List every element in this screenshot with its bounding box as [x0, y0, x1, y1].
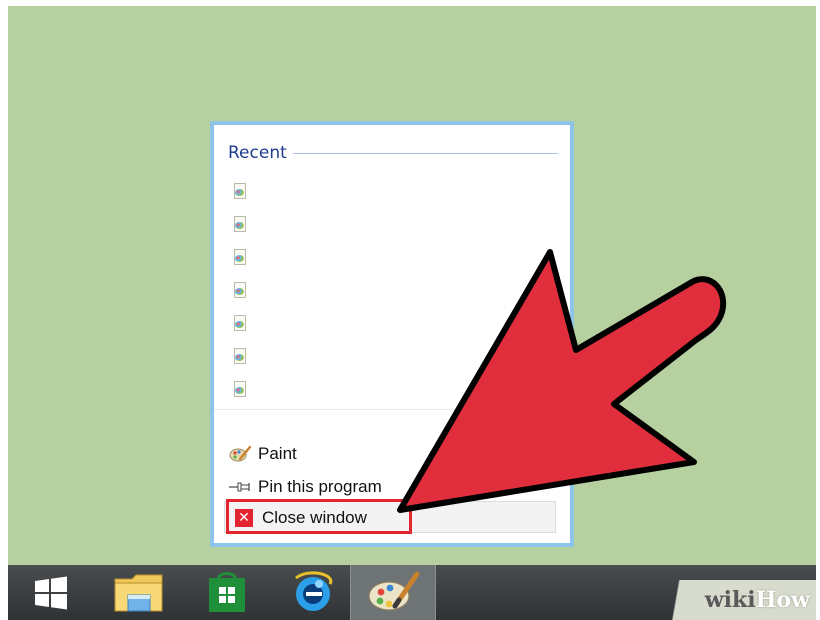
recent-item[interactable]: [232, 175, 532, 208]
section-divider: [292, 152, 558, 154]
file-explorer-button[interactable]: [96, 565, 182, 620]
task-list: Paint Pin this program: [226, 437, 382, 503]
paint-file-icon: [232, 347, 248, 366]
close-window-highlight: [226, 499, 412, 534]
start-button[interactable]: [8, 565, 94, 620]
paint-icon: [226, 445, 254, 463]
recent-section-title: Recent: [228, 143, 287, 163]
paint-taskbar-button[interactable]: [350, 565, 436, 620]
file-explorer-icon: [114, 574, 163, 611]
recent-item[interactable]: [232, 340, 532, 373]
recent-section-header: Recent: [228, 143, 558, 163]
store-icon: [209, 571, 245, 612]
recent-list: [232, 175, 532, 406]
paint-file-icon: [232, 380, 248, 399]
recent-item[interactable]: [232, 274, 532, 307]
paint-file-icon: [232, 314, 248, 333]
paint-file-icon: [232, 215, 248, 234]
paint-file-icon: [232, 281, 248, 300]
paint-icon: [368, 571, 420, 611]
recent-item[interactable]: [232, 208, 532, 241]
taskbar: wikiHow: [8, 565, 816, 620]
open-paint-item[interactable]: Paint: [226, 437, 382, 470]
wikihow-watermark: wikiHow: [666, 580, 816, 620]
recent-item[interactable]: [232, 373, 532, 406]
paint-file-icon: [232, 182, 248, 201]
store-button[interactable]: [184, 565, 270, 620]
pin-icon: [226, 481, 254, 493]
watermark-text: wikiHow: [704, 587, 810, 613]
internet-explorer-button[interactable]: [270, 565, 356, 620]
windows-start-icon: [35, 576, 67, 609]
pin-program-label: Pin this program: [258, 476, 382, 496]
internet-explorer-icon: [295, 570, 333, 611]
jump-list: Recent Paint Pin this program ✕ Close wi…: [210, 121, 574, 547]
recent-item[interactable]: [232, 241, 532, 274]
recent-item[interactable]: [232, 307, 532, 340]
paint-file-icon: [232, 248, 248, 267]
paint-label: Paint: [258, 443, 297, 463]
